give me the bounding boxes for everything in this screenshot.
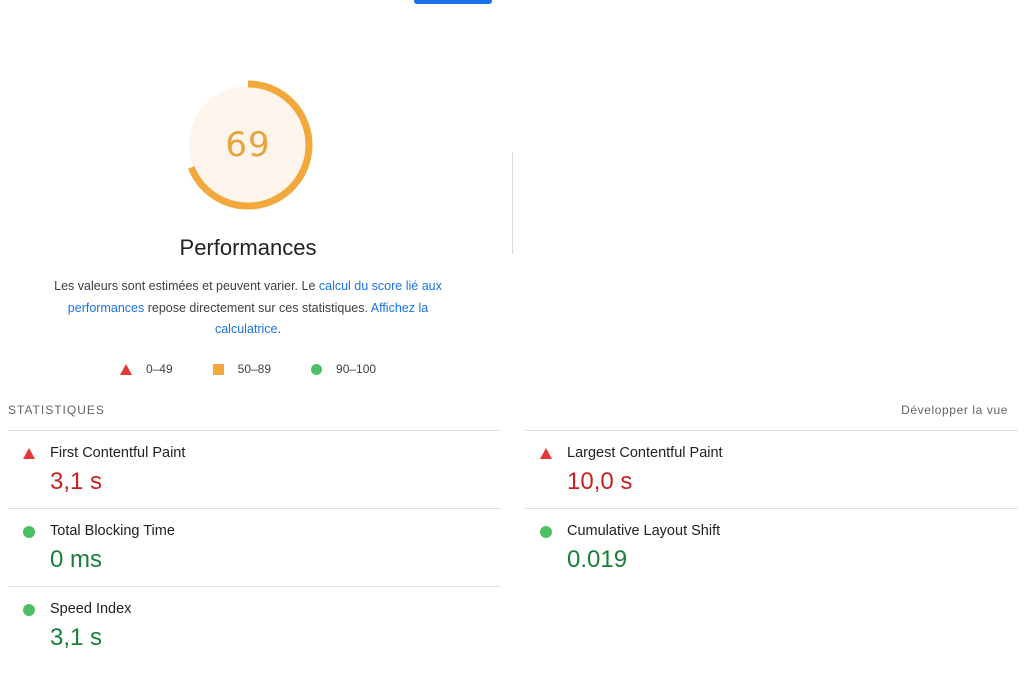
legend-item-poor: 0–49 xyxy=(119,362,173,376)
description-text: repose directement sur ces statistiques. xyxy=(144,300,371,315)
performance-description: Les valeurs sont estimées et peuvent var… xyxy=(40,276,456,341)
green-circle-icon xyxy=(311,363,323,375)
description-text: . xyxy=(277,322,281,336)
legend-label: 90–100 xyxy=(336,362,377,376)
performance-gauge: 69 xyxy=(183,80,313,210)
metric-value: 3,1 s xyxy=(50,624,103,651)
column-divider xyxy=(512,152,513,254)
metric-label: Largest Contentful Paint xyxy=(567,445,723,461)
metrics-column-left: First Contentful Paint 3,1 s Total Block… xyxy=(8,430,501,664)
statistics-header: STATISTIQUES xyxy=(8,403,105,417)
metric-label: First Contentful Paint xyxy=(50,445,186,461)
legend-item-good: 90–100 xyxy=(311,362,376,376)
legend-label: 0–49 xyxy=(145,362,173,376)
red-triangle-icon xyxy=(23,448,35,459)
metric-cumulative-layout-shift: Cumulative Layout Shift 0.019 xyxy=(525,508,1018,586)
score-legend: 0–49 50–89 90–100 xyxy=(0,362,496,376)
metric-largest-contentful-paint: Largest Contentful Paint 10,0 s xyxy=(525,430,1018,508)
metric-label: Speed Index xyxy=(50,601,132,617)
green-circle-icon xyxy=(23,604,35,616)
metric-value: 0 ms xyxy=(50,546,103,573)
metric-value: 3,1 s xyxy=(50,468,103,495)
legend-item-average: 50–89 xyxy=(212,362,272,376)
green-circle-icon xyxy=(540,526,552,538)
description-text: Les valeurs sont estimées et peuvent var… xyxy=(54,279,319,293)
active-tab-indicator xyxy=(414,0,492,4)
metric-total-blocking-time: Total Blocking Time 0 ms xyxy=(8,508,501,586)
metric-value: 10,0 s xyxy=(567,468,633,495)
legend-label: 50–89 xyxy=(237,362,272,376)
red-triangle-icon xyxy=(119,363,132,375)
red-triangle-icon xyxy=(540,448,552,459)
metric-first-contentful-paint: First Contentful Paint 3,1 s xyxy=(8,430,501,508)
metrics-column-right: Largest Contentful Paint 10,0 s Cumulati… xyxy=(525,430,1018,586)
green-circle-icon xyxy=(23,526,35,538)
metric-label: Cumulative Layout Shift xyxy=(567,523,721,539)
metric-speed-index: Speed Index 3,1 s xyxy=(8,586,501,664)
performance-score: 69 xyxy=(225,125,271,165)
lighthouse-report: 69 Performances Les valeurs sont estimée… xyxy=(0,0,1024,673)
expand-view-toggle[interactable]: Développer la vue xyxy=(901,403,1008,417)
metric-label: Total Blocking Time xyxy=(50,523,175,539)
orange-square-icon xyxy=(212,363,224,375)
performance-title: Performances xyxy=(179,235,317,260)
metric-value: 0.019 xyxy=(567,546,628,573)
